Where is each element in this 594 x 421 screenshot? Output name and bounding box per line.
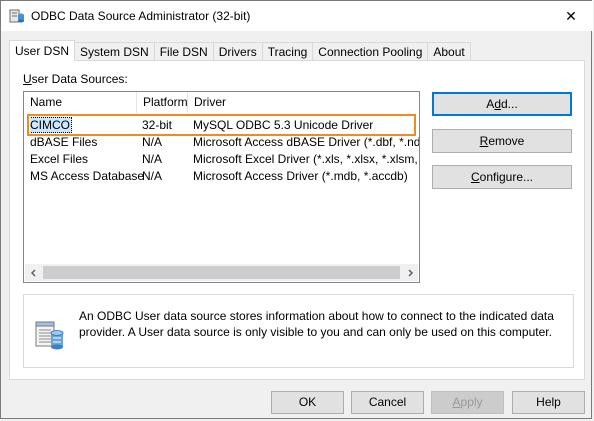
info-text: An ODBC User data source stores informat… (79, 309, 554, 339)
row-driver: Microsoft Access Driver (*.mdb, *.accdb) (193, 169, 408, 183)
tab-drivers[interactable]: Drivers (212, 42, 263, 61)
remove-button-mnemonic: R (479, 134, 489, 148)
configure-button-mnemonic: C (470, 170, 480, 184)
user-data-sources-label-text: ser Data Sources: (31, 72, 128, 86)
row-driver: Microsoft Access dBASE Driver (*.dbf, *.… (193, 135, 419, 149)
row-platform: N/A (142, 152, 163, 166)
tab-file-dsn[interactable]: File DSN (153, 42, 214, 61)
row-driver: MySQL ODBC 5.3 Unicode Driver (193, 118, 374, 132)
cancel-button[interactable]: Cancel (351, 391, 424, 414)
scroll-thumb[interactable] (43, 266, 400, 279)
row-name: CIMCO (30, 117, 72, 133)
add-button[interactable]: Add... (432, 92, 572, 116)
row-name: Excel Files (30, 152, 89, 166)
row-platform: N/A (142, 135, 163, 149)
configure-button[interactable]: Configure... (432, 165, 572, 189)
apply-button[interactable]: Apply (431, 391, 504, 414)
configure-button-label: onfigure... (479, 170, 534, 184)
remove-button[interactable]: Remove (432, 129, 572, 153)
user-dsn-panel: User Data Sources: Name Platform Driver … (9, 60, 585, 380)
row-name: MS Access Database (30, 169, 145, 183)
row-driver: Microsoft Excel Driver (*.xls, *.xlsx, *… (193, 152, 419, 166)
apply-button-label: pply (460, 395, 483, 409)
title-bar[interactable]: ODBC Data Source Administrator (32-bit) … (1, 1, 593, 31)
window-title: ODBC Data Source Administrator (32-bit) (31, 9, 251, 23)
table-row[interactable]: Excel Files N/A Microsoft Excel Driver (… (24, 151, 419, 168)
add-button-mnemonic: d (494, 97, 501, 111)
apply-button-mnemonic: A (452, 395, 461, 409)
table-row-cimco[interactable]: CIMCO 32-bit MySQL ODBC 5.3 Unicode Driv… (24, 117, 419, 134)
row-platform: N/A (142, 169, 163, 183)
column-header-platform[interactable]: Platform (137, 92, 188, 113)
row-platform: 32-bit (142, 118, 173, 132)
data-sources-list[interactable]: Name Platform Driver CIMCO 32-bit MySQL … (23, 91, 420, 283)
column-header-name[interactable]: Name (24, 92, 136, 113)
ok-button[interactable]: OK (271, 391, 344, 414)
table-row[interactable]: MS Access Database N/A Microsoft Access … (24, 168, 419, 185)
odbc-admin-window: ODBC Data Source Administrator (32-bit) … (0, 0, 593, 419)
tab-connection-pooling[interactable]: Connection Pooling (312, 42, 429, 61)
help-button[interactable]: Help (512, 391, 585, 414)
tab-tracing[interactable]: Tracing (261, 42, 314, 61)
data-source-icon (34, 319, 66, 351)
list-header: Name Platform Driver (24, 92, 419, 113)
tab-about[interactable]: About (427, 42, 471, 61)
scroll-right-icon[interactable] (401, 264, 418, 281)
tab-system-dsn[interactable]: System DSN (74, 42, 155, 61)
user-data-sources-label: User Data Sources: (23, 72, 128, 86)
odbc-app-icon (9, 8, 25, 24)
info-box: An ODBC User data source stores informat… (23, 294, 574, 368)
tab-strip: User DSN System DSN File DSN Drivers Tra… (9, 40, 471, 61)
column-header-driver[interactable]: Driver (188, 92, 418, 113)
close-button[interactable]: ✕ (549, 1, 593, 31)
close-icon: ✕ (565, 7, 577, 24)
table-row[interactable]: dBASE Files N/A Microsoft Access dBASE D… (24, 134, 419, 151)
scroll-left-icon[interactable] (25, 264, 42, 281)
add-button-label-post: d... (501, 97, 518, 111)
row-name: dBASE Files (30, 135, 98, 149)
tab-user-dsn[interactable]: User DSN (9, 40, 76, 61)
horizontal-scrollbar[interactable] (25, 264, 418, 281)
remove-button-label: emove (488, 134, 525, 148)
user-data-sources-label-mnemonic: U (23, 72, 32, 86)
